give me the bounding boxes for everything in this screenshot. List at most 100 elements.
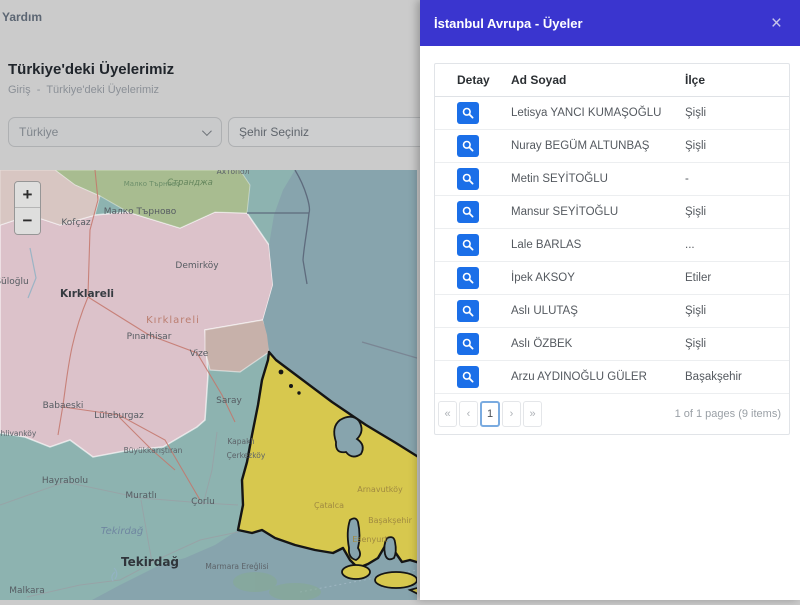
breadcrumb-home[interactable]: Giriş: [8, 84, 31, 96]
member-name: İpek AKSOY: [511, 272, 575, 284]
map-label: Kırklareli: [60, 288, 114, 300]
member-name: Nuray BEGÜM ALTUNBAŞ: [511, 140, 650, 152]
city-select[interactable]: Şehir Seçiniz: [228, 117, 425, 147]
map-label: Kırklareli: [146, 315, 200, 326]
table-header-row: Detay Ad Soyad İlçe: [435, 64, 789, 97]
member-district: Şişli: [685, 305, 707, 317]
search-icon: [462, 338, 474, 350]
map-label: Pınarhisar: [127, 332, 172, 342]
pagination: « ‹ 1 › » 1 of 1 pages (9 items): [435, 394, 789, 434]
map-label: Saray: [216, 396, 242, 406]
member-name: Lale BARLAS: [511, 239, 582, 251]
table-row: Arzu AYDINOĞLU GÜLER Başakşehir: [435, 361, 789, 394]
detail-button[interactable]: [457, 234, 479, 256]
map-label: Babaeski: [43, 401, 84, 411]
search-icon: [462, 305, 474, 317]
page-title: Türkiye'deki Üyelerimiz: [8, 61, 175, 78]
table-row: Letisya YANCI KUMAŞOĞLU Şişli: [435, 97, 789, 130]
pagination-page-1-button[interactable]: 1: [480, 401, 500, 427]
members-modal: İstanbul Avrupa - Üyeler × Detay Ad Soya…: [420, 0, 800, 600]
member-name: Mansur SEYİTOĞLU: [511, 206, 619, 218]
member-district: Şişli: [685, 107, 707, 119]
table-row: Aslı ÖZBEK Şişli: [435, 328, 789, 361]
column-header-name: Ad Soyad: [511, 73, 567, 87]
map-label: Arnavutköy: [357, 485, 403, 494]
map-label: Demirköy: [175, 261, 219, 271]
map-label: Marmara Ereğlisi: [205, 562, 268, 571]
column-header-detail: Detay: [457, 73, 490, 87]
member-name: Metin SEYİTOĞLU: [511, 173, 608, 185]
modal-title: İstanbul Avrupa - Üyeler: [434, 15, 583, 31]
map-label: Lüleburgaz: [94, 411, 144, 421]
pagination-next-button[interactable]: ›: [502, 401, 521, 427]
detail-button[interactable]: [457, 300, 479, 322]
detail-button[interactable]: [457, 102, 479, 124]
search-icon: [462, 140, 474, 152]
breadcrumb-separator: -: [36, 84, 41, 96]
members-table: Detay Ad Soyad İlçe Letisya YANCI KUMAŞO…: [434, 63, 790, 435]
map[interactable]: + − Ахтопол Малко Търново Странджа Малко…: [0, 167, 426, 601]
detail-button[interactable]: [457, 135, 479, 157]
map-label: Esenyurt: [352, 535, 387, 544]
member-name: Arzu AYDINOĞLU GÜLER: [511, 371, 647, 383]
table-row: Metin SEYİTOĞLU -: [435, 163, 789, 196]
map-label: Vize: [190, 349, 209, 359]
map-label: Kofçaz: [61, 218, 91, 228]
page-background: Yardım Türkiye'deki Üyelerimiz Giriş - T…: [0, 0, 426, 601]
detail-button[interactable]: [457, 366, 479, 388]
country-select[interactable]: Türkiye: [8, 117, 222, 147]
detail-button[interactable]: [457, 333, 479, 355]
map-label: Tekirdağ: [121, 555, 179, 569]
search-icon: [462, 239, 474, 251]
member-district: -: [685, 173, 689, 185]
table-row: Aslı ULUTAŞ Şişli: [435, 295, 789, 328]
close-icon[interactable]: ×: [771, 14, 782, 33]
map-label: Hayrabolu: [42, 476, 88, 486]
member-name: Aslı ULUTAŞ: [511, 305, 578, 317]
country-select-value: Türkiye: [19, 125, 59, 139]
detail-button[interactable]: [457, 201, 479, 223]
map-label: Muratlı: [125, 491, 156, 501]
zoom-in-button[interactable]: +: [15, 182, 40, 208]
map-label: Başakşehir: [368, 516, 412, 525]
map-label: Malkara: [9, 586, 45, 596]
member-district: Başakşehir: [685, 371, 742, 383]
chevron-down-icon: [201, 126, 212, 137]
member-district: Şişli: [685, 140, 707, 152]
map-label: Kapaklı: [227, 437, 254, 446]
pagination-summary: 1 of 1 pages (9 items): [674, 408, 781, 420]
table-row: Nuray BEGÜM ALTUNBAŞ Şişli: [435, 130, 789, 163]
map-label: Малко Търново: [104, 207, 177, 217]
member-name: Aslı ÖZBEK: [511, 338, 573, 350]
column-header-district: İlçe: [685, 73, 706, 87]
map-label: Süloğlu: [0, 277, 29, 287]
member-district: ...: [685, 239, 695, 251]
table-body: Letisya YANCI KUMAŞOĞLU Şişli Nuray BEGÜM …: [435, 97, 789, 394]
search-icon: [462, 371, 474, 383]
map-canvas: АхтополМалко ТърновоСтранджаМалко Търнов…: [0, 167, 426, 601]
map-label: Çatalca: [314, 501, 344, 510]
search-icon: [462, 173, 474, 185]
detail-button[interactable]: [457, 168, 479, 190]
pagination-first-button[interactable]: «: [438, 401, 457, 427]
nav-item-help[interactable]: Yardım: [2, 10, 42, 24]
table-row: İpek AKSOY Etiler: [435, 262, 789, 295]
table-row: Mansur SEYİTOĞLU Şişli: [435, 196, 789, 229]
modal-header: İstanbul Avrupa - Üyeler ×: [420, 0, 800, 46]
search-icon: [462, 272, 474, 284]
detail-button[interactable]: [457, 267, 479, 289]
search-icon: [462, 206, 474, 218]
member-district: Etiler: [685, 272, 712, 284]
zoom-out-button[interactable]: −: [15, 208, 40, 234]
map-label: Büyükkarıştıran: [124, 446, 183, 455]
search-icon: [462, 107, 474, 119]
table-row: Lale BARLAS...: [435, 229, 789, 262]
pagination-prev-button[interactable]: ‹: [459, 401, 478, 427]
map-zoom-control: + −: [14, 181, 41, 235]
map-label: Çerkezköy: [227, 451, 266, 460]
map-label: Çorlu: [191, 497, 215, 507]
city-select-placeholder: Şehir Seçiniz: [239, 125, 310, 139]
breadcrumb-current: Türkiye'deki Üyelerimiz: [46, 84, 160, 96]
member-district: Şişli: [685, 206, 707, 218]
pagination-last-button[interactable]: »: [523, 401, 542, 427]
